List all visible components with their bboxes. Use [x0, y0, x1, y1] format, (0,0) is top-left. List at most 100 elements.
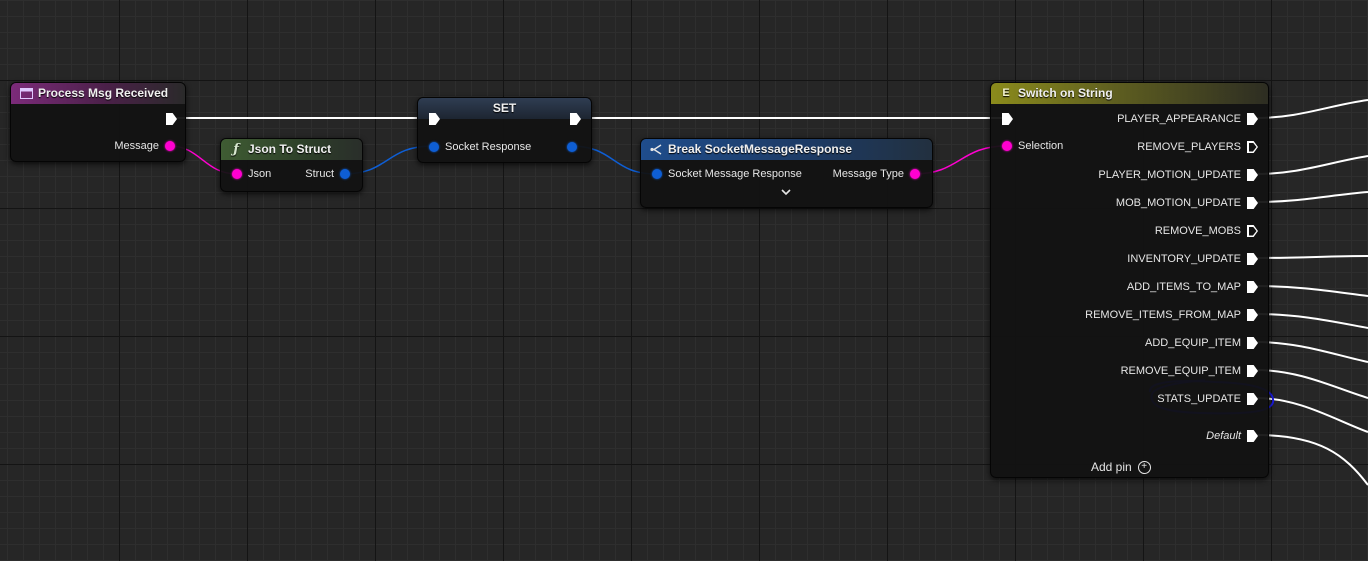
switch-case-label: STATS_UPDATE: [1157, 393, 1241, 405]
switch-node-header[interactable]: E Switch on String: [991, 83, 1268, 104]
set-exec-out-pin[interactable]: [570, 112, 581, 126]
exec-pin-icon: [429, 113, 440, 125]
switch-case-pin-inventory-update[interactable]: INVENTORY_UPDATE: [1127, 252, 1258, 266]
exec-out-wire-default: [1255, 434, 1368, 486]
switch-default-pin[interactable]: Default: [1206, 429, 1258, 443]
struct-output-pin[interactable]: Struct: [305, 167, 350, 181]
switch-case-label: ADD_ITEMS_TO_MAP: [1126, 281, 1241, 293]
exec-out-wire-remove-items: [1255, 313, 1368, 329]
struct-pin-icon: [652, 169, 662, 179]
event-exec-out-pin[interactable]: [166, 112, 177, 126]
exec-pin-icon: [1247, 281, 1258, 293]
exec-pin-icon: [166, 113, 177, 125]
set-socket-response-label: Socket Response: [445, 141, 532, 153]
string-pin-icon: [1002, 141, 1012, 151]
exec-pin-icon: [1247, 253, 1258, 265]
add-pin-label: Add pin: [1091, 460, 1132, 474]
exec-pin-icon: [1002, 113, 1013, 125]
exec-pin-icon: [1247, 169, 1258, 181]
exec-pin-icon: [1247, 365, 1258, 377]
exec-pin-icon: [1247, 225, 1258, 237]
exec-out-wire-player-appearance: [1255, 99, 1368, 119]
struct-output-label: Struct: [305, 168, 334, 180]
exec-pin-icon: [1247, 113, 1258, 125]
switch-case-pin-remove-equip-item[interactable]: REMOVE_EQUIP_ITEM: [1121, 364, 1258, 378]
set-socket-response-in-pin[interactable]: Socket Response: [429, 140, 531, 154]
break-message-type-label: Message Type: [832, 168, 904, 180]
set-exec-in-pin[interactable]: [429, 112, 440, 126]
exec-pin-icon: [1247, 141, 1258, 153]
exec-out-wire-add-items: [1255, 285, 1368, 297]
exec-pin-icon: [1247, 197, 1258, 209]
exec-out-wire-stats: [1255, 397, 1368, 433]
switch-case-pin-add-items-to-map[interactable]: ADD_ITEMS_TO_MAP: [1127, 280, 1258, 294]
set-node-header[interactable]: SET: [418, 98, 591, 119]
switch-case-label: REMOVE_PLAYERS: [1137, 141, 1241, 153]
switch-case-label: REMOVE_MOBS: [1154, 225, 1241, 237]
switch-case-label: REMOVE_EQUIP_ITEM: [1120, 365, 1241, 377]
exec-out-wire-remove-equip: [1255, 369, 1368, 399]
switch-case-pin-player-motion-update[interactable]: PLAYER_MOTION_UPDATE: [1098, 168, 1258, 182]
break-socket-message-response-node[interactable]: Break SocketMessageResponse Socket Messa…: [640, 138, 933, 208]
event-node-header[interactable]: Process Msg Received: [11, 83, 185, 104]
switch-case-pin-remove-players[interactable]: REMOVE_PLAYERS: [1137, 140, 1258, 154]
exec-pin-icon: [1247, 337, 1258, 349]
event-icon: [19, 88, 33, 100]
switch-on-string-node[interactable]: E Switch on String Selection PLAYER_APPE…: [990, 82, 1269, 478]
switch-case-pin-stats-update[interactable]: STATS_UPDATE: [1157, 392, 1258, 406]
switch-case-label: PLAYER_APPEARANCE: [1117, 113, 1241, 125]
break-input-pin[interactable]: Socket Message Response: [652, 167, 802, 181]
break-struct-icon: [649, 144, 663, 156]
switch-case-label: ADD_EQUIP_ITEM: [1145, 337, 1241, 349]
string-pin-icon: [232, 169, 242, 179]
exec-pin-icon: [1247, 430, 1258, 442]
event-node-process-msg-received[interactable]: Process Msg Received Message: [10, 82, 186, 162]
exec-out-wire-inventory: [1255, 255, 1368, 259]
set-node-title: SET: [492, 101, 517, 115]
event-message-label: Message: [114, 140, 159, 152]
break-input-label: Socket Message Response: [668, 168, 802, 180]
struct-pin-icon: [429, 142, 439, 152]
set-node[interactable]: SET Socket Response: [417, 97, 592, 163]
json-to-struct-title: Json To Struct: [248, 142, 332, 156]
add-circle-icon: +: [1137, 460, 1151, 474]
break-node-title: Break SocketMessageResponse: [668, 142, 853, 156]
exec-pin-icon: [1247, 393, 1258, 405]
switch-case-pin-player-appearance[interactable]: PLAYER_APPEARANCE: [1117, 112, 1258, 126]
exec-out-wire-player-motion: [1255, 155, 1368, 175]
add-pin-button[interactable]: Add pin +: [1091, 460, 1151, 474]
switch-selection-label: Selection: [1018, 140, 1064, 152]
switch-exec-in-pin[interactable]: [1002, 112, 1013, 126]
break-node-header[interactable]: Break SocketMessageResponse: [641, 139, 932, 160]
exec-out-wire-add-equip: [1255, 341, 1368, 363]
exec-out-wire-mob-motion: [1255, 191, 1368, 203]
event-node-title: Process Msg Received: [38, 86, 169, 100]
switch-case-pin-mob-motion-update[interactable]: MOB_MOTION_UPDATE: [1116, 196, 1258, 210]
struct-pin-icon: [567, 142, 577, 152]
switch-case-label: REMOVE_ITEMS_FROM_MAP: [1085, 309, 1241, 321]
switch-default-label: Default: [1206, 430, 1241, 442]
json-input-label: Json: [248, 168, 272, 180]
struct-pin-icon: [340, 169, 350, 179]
string-pin-icon: [165, 141, 175, 151]
set-socket-response-out-pin[interactable]: [567, 140, 577, 154]
break-message-type-pin[interactable]: Message Type: [833, 167, 920, 181]
switch-case-label: INVENTORY_UPDATE: [1127, 253, 1241, 265]
function-icon: ƒ: [233, 142, 239, 157]
switch-icon: E: [1002, 87, 1010, 99]
switch-case-label: MOB_MOTION_UPDATE: [1115, 197, 1241, 209]
switch-case-pin-remove-mobs[interactable]: REMOVE_MOBS: [1155, 224, 1258, 238]
json-input-pin[interactable]: Json: [232, 167, 271, 181]
string-pin-icon: [910, 169, 920, 179]
switch-case-label: PLAYER_MOTION_UPDATE: [1098, 169, 1241, 181]
expand-chevron-icon[interactable]: [781, 185, 791, 199]
json-to-struct-header[interactable]: ƒ Json To Struct: [221, 139, 362, 160]
exec-pin-icon: [1247, 309, 1258, 321]
switch-selection-pin[interactable]: Selection: [1002, 139, 1063, 153]
switch-case-pin-remove-items-from-map[interactable]: REMOVE_ITEMS_FROM_MAP: [1085, 308, 1258, 322]
exec-pin-icon: [570, 113, 581, 125]
switch-case-pin-add-equip-item[interactable]: ADD_EQUIP_ITEM: [1145, 336, 1258, 350]
switch-node-title: Switch on String: [1018, 86, 1113, 100]
event-message-pin[interactable]: Message: [114, 139, 175, 153]
json-to-struct-node[interactable]: ƒ Json To Struct Json Struct: [220, 138, 363, 192]
